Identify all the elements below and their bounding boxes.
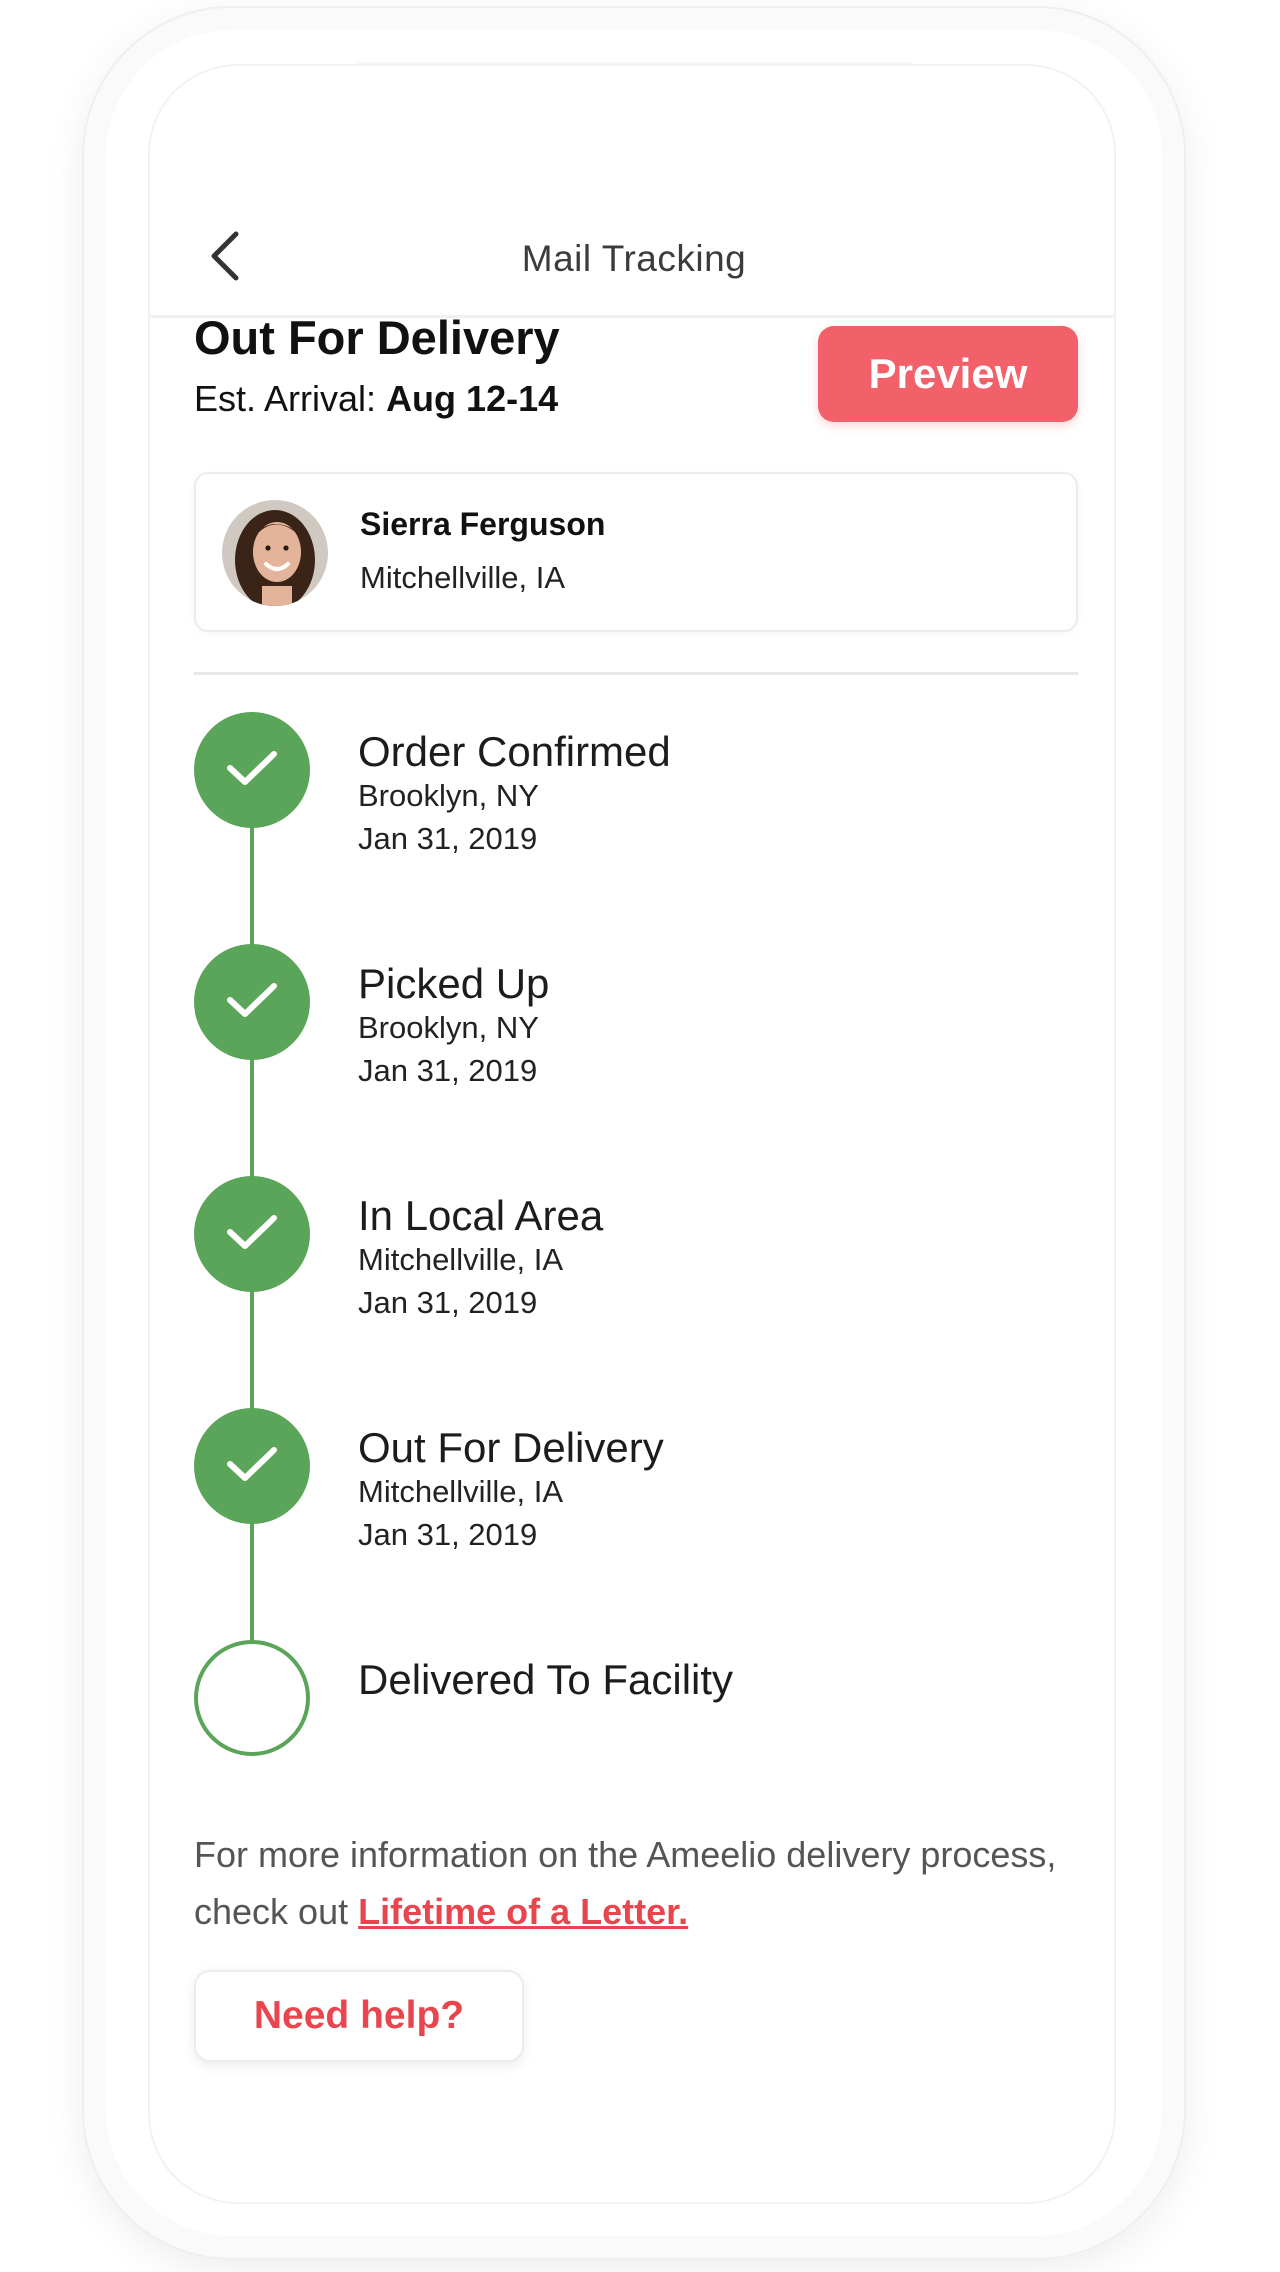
lifetime-of-letter-link[interactable]: Lifetime of a Letter. xyxy=(358,1891,688,1932)
step-date: Jan 31, 2019 xyxy=(358,821,538,856)
step-date: Jan 31, 2019 xyxy=(358,1517,538,1552)
step-title: Out For Delivery xyxy=(358,1424,664,1471)
delivery-info-text: For more information on the Ameelio deli… xyxy=(194,1826,1094,1940)
step-title: In Local Area xyxy=(358,1192,604,1239)
step-location: Mitchellville, IA xyxy=(358,1242,563,1277)
step-title: Order Confirmed xyxy=(358,728,671,775)
step-complete-indicator xyxy=(194,1176,310,1292)
step-title: Delivered To Facility xyxy=(358,1656,734,1703)
app-screen: Mail Tracking Out For Delivery Est. Arri… xyxy=(148,64,1116,2204)
step-pending-indicator xyxy=(194,1640,310,1756)
step-date: Jan 31, 2019 xyxy=(358,1053,538,1088)
checkmark-icon xyxy=(227,983,277,1017)
step-location: Brooklyn, NY xyxy=(358,1010,539,1045)
step-complete-indicator xyxy=(194,1408,310,1524)
step-complete-indicator xyxy=(194,712,310,828)
step-date: Jan 31, 2019 xyxy=(358,1285,538,1320)
step-title: Picked Up xyxy=(358,960,550,1007)
checkmark-icon xyxy=(227,751,277,785)
checkmark-icon xyxy=(227,1447,277,1481)
need-help-button[interactable]: Need help? xyxy=(194,1970,524,2062)
checkmark-icon xyxy=(227,1215,277,1249)
step-complete-indicator xyxy=(194,944,310,1060)
step-location: Mitchellville, IA xyxy=(358,1474,563,1509)
step-location: Brooklyn, NY xyxy=(358,778,539,813)
